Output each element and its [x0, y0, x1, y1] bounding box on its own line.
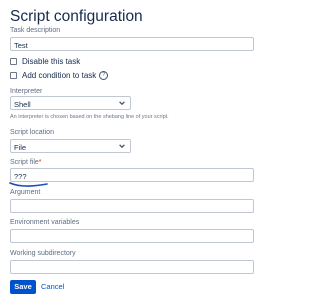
handwritten-underline-annotation	[9, 182, 48, 187]
task-description-label: Task description	[10, 27, 61, 34]
add-condition-label: Add condition to task	[22, 71, 97, 80]
working-subdirectory-label: Working subdirectory	[10, 250, 76, 257]
interpreter-value: Shell	[14, 100, 31, 109]
required-mark: *	[38, 159, 42, 166]
add-condition-checkbox-row[interactable]: Add condition to task ?	[10, 71, 109, 80]
script-file-label: Script file*	[10, 159, 42, 166]
interpreter-select[interactable]: Shell	[10, 96, 131, 110]
argument-input[interactable]	[10, 199, 254, 213]
working-subdirectory-input[interactable]	[10, 260, 254, 274]
environment-variables-label: Environment variables	[10, 219, 80, 226]
cancel-button[interactable]: Cancel	[41, 280, 64, 294]
disable-task-checkbox-row[interactable]: Disable this task	[10, 57, 80, 66]
save-button[interactable]: Save	[10, 280, 36, 294]
interpreter-hint: An interpreter is chosen based on the sh…	[10, 114, 169, 120]
add-condition-checkbox[interactable]	[10, 72, 17, 79]
help-icon[interactable]: ?	[99, 71, 109, 80]
task-description-input[interactable]: Test	[10, 37, 254, 51]
script-location-select[interactable]: File	[10, 139, 131, 153]
environment-variables-input[interactable]	[10, 229, 254, 243]
chevron-down-icon	[119, 101, 125, 106]
page-title: Script configuration	[10, 8, 143, 25]
argument-label: Argument	[10, 189, 41, 196]
script-location-label: Script location	[10, 129, 54, 136]
script-file-label-text: Script file	[10, 159, 39, 166]
script-location-value: File	[14, 143, 27, 152]
disable-task-label: Disable this task	[22, 57, 81, 66]
chevron-down-icon	[119, 144, 125, 149]
interpreter-label: Interpreter	[10, 88, 43, 95]
task-description-value: Test	[14, 41, 28, 50]
disable-task-checkbox[interactable]	[10, 58, 17, 65]
